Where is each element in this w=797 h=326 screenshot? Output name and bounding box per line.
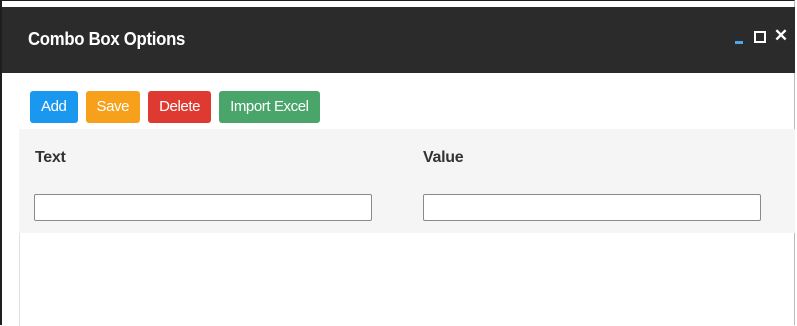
- content-divider: [19, 233, 20, 326]
- value-label: Value: [423, 149, 464, 166]
- dialog-title: Combo Box Options: [28, 29, 186, 49]
- save-button[interactable]: Save: [85, 91, 141, 123]
- import-excel-button[interactable]: Import Excel: [219, 91, 320, 123]
- delete-button[interactable]: Delete: [148, 91, 212, 123]
- text-label: Text: [35, 149, 66, 166]
- toolbar: Add Save Delete Import Excel: [30, 91, 320, 123]
- close-icon[interactable]: ✕: [771, 27, 791, 47]
- option-form: Text Value: [19, 129, 795, 233]
- combo-box-options-dialog: Combo Box Options ✕ Add Save Delete Impo…: [0, 0, 795, 326]
- value-input[interactable]: [423, 194, 761, 221]
- add-button[interactable]: Add: [30, 91, 78, 123]
- text-input[interactable]: [34, 194, 372, 221]
- window-controls: ✕: [731, 27, 791, 47]
- minimize-icon[interactable]: [731, 27, 751, 47]
- dialog-titlebar: Combo Box Options ✕: [2, 7, 795, 73]
- maximize-icon[interactable]: [751, 27, 771, 47]
